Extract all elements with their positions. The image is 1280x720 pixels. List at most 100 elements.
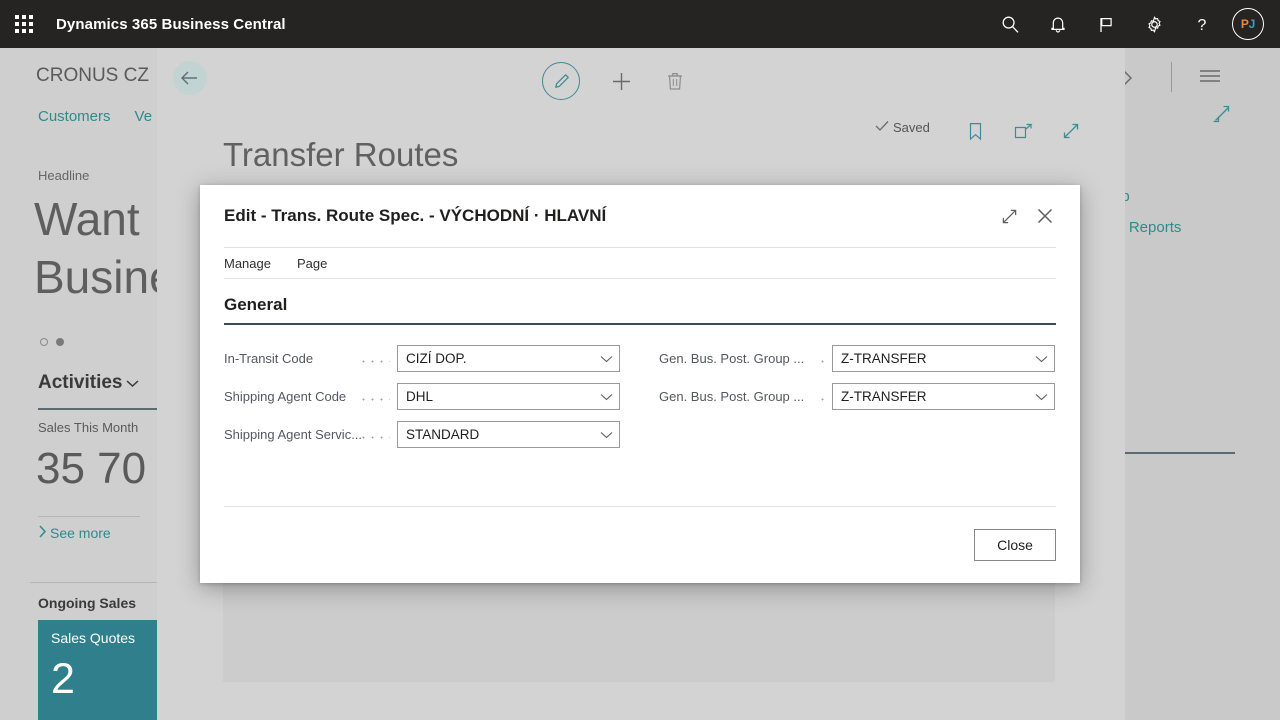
fields-column-right: Gen. Bus. Post. Group ... Z-TRANSFER Gen… [659,345,1055,448]
field-label: Shipping Agent Servic... [224,427,363,442]
bookmark-icon[interactable] [962,118,988,144]
hamburger-menu-icon[interactable] [1199,68,1221,89]
headline-line-2: Busine [34,251,157,303]
chevron-down-icon[interactable] [600,393,613,401]
edit-pencil-icon[interactable] [542,62,580,100]
see-more-label: See more [50,525,111,541]
gear-icon[interactable] [1130,0,1178,48]
chevron-down-icon[interactable] [1035,393,1048,401]
breadcrumb[interactable]: s [1125,68,1134,92]
app-brand-title[interactable]: Dynamics 365 Business Central [56,16,286,33]
field-value: STANDARD [406,427,480,442]
help-question-icon[interactable]: ? [1178,0,1226,48]
general-group-underline [224,323,1056,325]
menu-item-page[interactable]: Page [297,256,327,271]
nav-link-customers[interactable]: Customers [38,108,111,125]
dialog-footer: Close [224,506,1056,583]
menu-item-manage[interactable]: Manage [224,256,271,271]
app-launcher-waffle-icon[interactable] [0,0,48,48]
breadcrumb-divider [1171,62,1172,92]
activities-section-title[interactable]: Activities [38,372,139,394]
dialog-body: General In-Transit Code CIZÍ DOP. Shippi… [200,279,1080,506]
top-navigation-bar: Dynamics 365 Business Central ? PJ [0,0,1280,48]
dialog-menu-bar: Manage Page [224,247,1056,279]
field-label: Shipping Agent Code [224,389,347,404]
headline-text: Want Busine [34,190,157,306]
sales-quotes-tile[interactable]: Sales Quotes 2 [38,620,157,720]
dialog-header-icons [998,205,1056,227]
field-label: In-Transit Code [224,351,314,366]
saved-label: Saved [893,120,930,135]
general-group-title: General [224,295,288,314]
shipping-agent-code-dropdown[interactable]: DHL [397,383,620,410]
avatar-initial-second: J [1248,17,1256,31]
see-more-link[interactable]: See more [38,525,111,541]
gen-bus-post-group-ship-dropdown[interactable]: Z-TRANSFER [832,345,1055,372]
carousel-dot-1[interactable] [40,338,48,346]
chevron-down-icon[interactable] [600,431,613,439]
top-bar-icon-group: ? PJ [986,0,1280,48]
field-value: CIZÍ DOP. [406,351,467,366]
in-transit-code-dropdown[interactable]: CIZÍ DOP. [397,345,620,372]
nav-link-vendors[interactable]: Ve [135,108,153,125]
close-button[interactable]: Close [974,529,1056,561]
ongoing-sales-label: Ongoing Sales [38,595,137,611]
open-in-new-window-icon[interactable] [1010,118,1036,144]
sales-quotes-tile-label: Sales Quotes [51,630,136,646]
field-shipping-agent-service: Shipping Agent Servic... STANDARD [224,421,620,448]
activities-label: Activities [38,372,123,393]
gen-bus-post-group-receive-dropdown[interactable]: Z-TRANSFER [832,383,1055,410]
close-dialog-icon[interactable] [1034,205,1056,227]
activities-underline [38,408,157,410]
expand-dialog-icon[interactable] [998,205,1020,227]
label-leader-dots [359,393,390,406]
chevron-down-icon[interactable] [126,372,139,394]
right-link-1[interactable]: up [1125,188,1181,205]
field-gen-bus-post-group-ship: Gen. Bus. Post. Group ... Z-TRANSFER [659,345,1055,372]
label-leader-dots [359,355,390,368]
notification-bell-icon[interactable] [1034,0,1082,48]
saved-status: Saved [875,120,930,135]
trash-icon[interactable] [662,68,688,94]
page-title: Transfer Routes [223,136,459,173]
avatar-initial-first: P [1240,17,1249,31]
chevron-right-icon [1125,68,1134,92]
headline-line-1: Want [34,193,140,245]
checkmark-icon [875,120,889,135]
field-label: Gen. Bus. Post. Group ... [659,351,805,366]
headline-label: Headline [38,168,90,183]
label-leader-dots [359,431,390,444]
company-name: CRONUS CZ [36,65,149,86]
plus-icon[interactable] [608,68,634,94]
expand-diagonal-icon[interactable] [1058,118,1084,144]
chevron-right-icon [38,525,47,541]
carousel-dot-2[interactable] [56,338,64,346]
waffle-grid [15,15,33,33]
field-value: DHL [406,389,434,404]
page-action-bar [542,62,688,100]
ongoing-sales-divider [30,582,157,583]
chevron-down-icon[interactable] [1035,355,1048,363]
right-link-2[interactable]: el Reports [1125,219,1181,236]
fields-container: In-Transit Code CIZÍ DOP. Shipping Agent… [224,345,1056,448]
label-leader-dots [818,355,825,368]
right-strip-links: up el Reports [1125,188,1181,236]
role-center-nav-links: Customers Ve [38,108,152,125]
page-right-icon-group [962,118,1084,144]
see-more-divider [38,516,140,517]
shipping-agent-service-dropdown[interactable]: STANDARD [397,421,620,448]
chevron-down-icon[interactable] [600,355,613,363]
sales-this-month-value: 35 70 [36,444,147,493]
svg-text:?: ? [1198,17,1207,34]
user-avatar[interactable]: PJ [1232,8,1264,40]
dialog-title: Edit - Trans. Route Spec. - VÝCHODNÍ · H… [224,206,607,225]
back-arrow-icon[interactable] [173,61,207,95]
right-strip: s up el Reports [1125,48,1280,720]
sales-quotes-tile-value: 2 [51,655,75,703]
headline-carousel-dots[interactable] [40,338,64,346]
role-center-strip: CRONUS CZ Customers Ve Headline Want Bus… [0,48,157,720]
collapse-diagonal-icon[interactable] [1213,105,1231,128]
flag-icon[interactable] [1082,0,1130,48]
label-leader-dots [818,393,825,406]
search-icon[interactable] [986,0,1034,48]
